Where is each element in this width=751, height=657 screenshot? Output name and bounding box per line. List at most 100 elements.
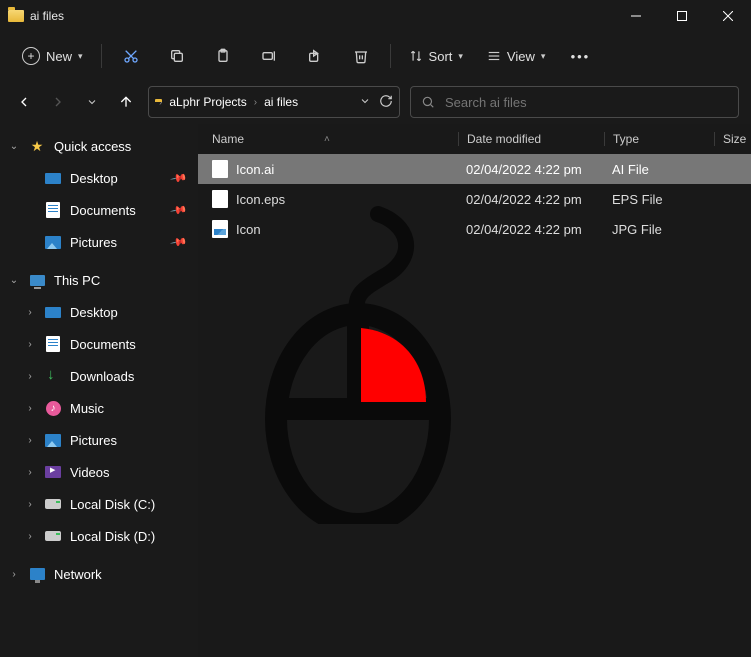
- back-button[interactable]: [12, 90, 36, 114]
- chevron-right-icon: ›: [24, 403, 36, 414]
- window-title: ai files: [30, 9, 613, 23]
- refresh-button[interactable]: [379, 94, 393, 111]
- document-icon: [44, 335, 62, 353]
- chevron-right-icon: ›: [24, 307, 36, 318]
- download-icon: [44, 367, 62, 385]
- view-label: View: [507, 49, 535, 64]
- view-icon: [487, 49, 501, 63]
- sidebar-item-desktop[interactable]: Desktop 📌: [0, 162, 198, 194]
- sidebar-item-label: Documents: [70, 337, 136, 352]
- file-row[interactable]: Icon 02/04/2022 4:22 pm JPG File: [198, 214, 751, 244]
- sidebar-item-documents[interactable]: › Documents: [0, 328, 198, 360]
- share-button[interactable]: [294, 38, 336, 74]
- sidebar-quick-access[interactable]: ⌄ ★ Quick access: [0, 130, 198, 162]
- file-row[interactable]: Icon.eps 02/04/2022 4:22 pm EPS File: [198, 184, 751, 214]
- sidebar-item-disk-d[interactable]: › Local Disk (D:): [0, 520, 198, 552]
- rename-button[interactable]: [248, 38, 290, 74]
- new-button[interactable]: + New ▾: [12, 38, 93, 74]
- breadcrumb-item[interactable]: ai files: [261, 93, 301, 111]
- pc-icon: [28, 271, 46, 289]
- column-headers: Name˄ Date modified Type Size: [198, 124, 751, 154]
- file-type: EPS File: [604, 192, 714, 207]
- sidebar-network[interactable]: › Network: [0, 558, 198, 590]
- sidebar-item-videos[interactable]: ›Videos: [0, 456, 198, 488]
- sidebar-item-label: Local Disk (C:): [70, 497, 155, 512]
- column-date[interactable]: Date modified: [458, 132, 604, 146]
- copy-button[interactable]: [156, 38, 198, 74]
- file-name: Icon: [236, 222, 261, 237]
- sidebar-item-music[interactable]: ›♪Music: [0, 392, 198, 424]
- cut-button[interactable]: [110, 38, 152, 74]
- chevron-right-icon: ›: [254, 97, 257, 108]
- address-bar[interactable]: › aLphr Projects › ai files: [148, 86, 400, 118]
- chevron-right-icon: ›: [24, 435, 36, 446]
- chevron-down-icon: ▾: [541, 51, 546, 62]
- sidebar-item-label: Desktop: [70, 171, 118, 186]
- picture-icon: [44, 431, 62, 449]
- plus-icon: +: [22, 47, 40, 65]
- disk-icon: [44, 527, 62, 545]
- more-button[interactable]: •••: [559, 38, 601, 74]
- sidebar-item-label: Pictures: [70, 433, 117, 448]
- file-type: JPG File: [604, 222, 714, 237]
- sidebar-label: Network: [54, 567, 102, 582]
- chevron-right-icon: ›: [24, 339, 36, 350]
- folder-icon: [8, 8, 24, 24]
- picture-icon: [44, 233, 62, 251]
- disk-icon: [44, 495, 62, 513]
- sidebar-item-pictures[interactable]: Pictures 📌: [0, 226, 198, 258]
- sidebar-item-pictures[interactable]: › Pictures: [0, 424, 198, 456]
- chevron-right-icon: ›: [8, 569, 20, 580]
- sidebar-item-desktop[interactable]: ›Desktop: [0, 296, 198, 328]
- search-box[interactable]: [410, 86, 739, 118]
- paste-button[interactable]: [202, 38, 244, 74]
- sort-button[interactable]: Sort ▾: [399, 38, 473, 74]
- file-row[interactable]: Icon.ai 02/04/2022 4:22 pm AI File: [198, 154, 751, 184]
- up-button[interactable]: [114, 90, 138, 114]
- chevron-right-icon: ›: [24, 499, 36, 510]
- desktop-icon: [44, 303, 62, 321]
- nav-row: › aLphr Projects › ai files: [0, 80, 751, 124]
- delete-button[interactable]: [340, 38, 382, 74]
- recent-dropdown[interactable]: [80, 90, 104, 114]
- chevron-right-icon: ›: [24, 467, 36, 478]
- pin-icon: 📌: [170, 233, 189, 252]
- file-icon: [212, 220, 228, 238]
- separator: [101, 44, 102, 68]
- close-button[interactable]: [705, 0, 751, 32]
- maximize-button[interactable]: [659, 0, 705, 32]
- file-date: 02/04/2022 4:22 pm: [458, 222, 604, 237]
- sidebar-item-disk-c[interactable]: › Local Disk (C:): [0, 488, 198, 520]
- ellipsis-icon: •••: [571, 49, 591, 64]
- toolbar: + New ▾ Sort ▾ View ▾ •••: [0, 32, 751, 80]
- file-name: Icon.ai: [236, 162, 274, 177]
- column-type[interactable]: Type: [604, 132, 714, 146]
- breadcrumb-item[interactable]: aLphr Projects: [166, 93, 249, 111]
- music-icon: ♪: [44, 399, 62, 417]
- chevron-right-icon: ›: [24, 531, 36, 542]
- forward-button[interactable]: [46, 90, 70, 114]
- sort-label: Sort: [429, 49, 453, 64]
- sidebar-item-downloads[interactable]: ›Downloads: [0, 360, 198, 392]
- file-date: 02/04/2022 4:22 pm: [458, 162, 604, 177]
- separator: [390, 44, 391, 68]
- pin-icon: 📌: [170, 201, 189, 220]
- file-date: 02/04/2022 4:22 pm: [458, 192, 604, 207]
- column-size[interactable]: Size: [714, 132, 751, 146]
- search-input[interactable]: [445, 95, 728, 110]
- minimize-button[interactable]: [613, 0, 659, 32]
- chevron-down-icon: ⌄: [8, 275, 20, 286]
- sidebar-item-label: Pictures: [70, 235, 117, 250]
- sidebar-item-documents[interactable]: Documents 📌: [0, 194, 198, 226]
- sort-asc-icon: ˄: [324, 134, 330, 145]
- sidebar-label: This PC: [54, 273, 100, 288]
- sidebar: ⌄ ★ Quick access Desktop 📌 Documents 📌 P…: [0, 124, 198, 657]
- sidebar-this-pc[interactable]: ⌄ This PC: [0, 264, 198, 296]
- view-button[interactable]: View ▾: [477, 38, 555, 74]
- network-icon: [28, 565, 46, 583]
- address-dropdown[interactable]: [359, 95, 371, 110]
- column-name[interactable]: Name˄: [212, 132, 458, 146]
- sidebar-item-label: Local Disk (D:): [70, 529, 155, 544]
- search-icon: [421, 95, 435, 109]
- chevron-down-icon: ▾: [458, 51, 463, 62]
